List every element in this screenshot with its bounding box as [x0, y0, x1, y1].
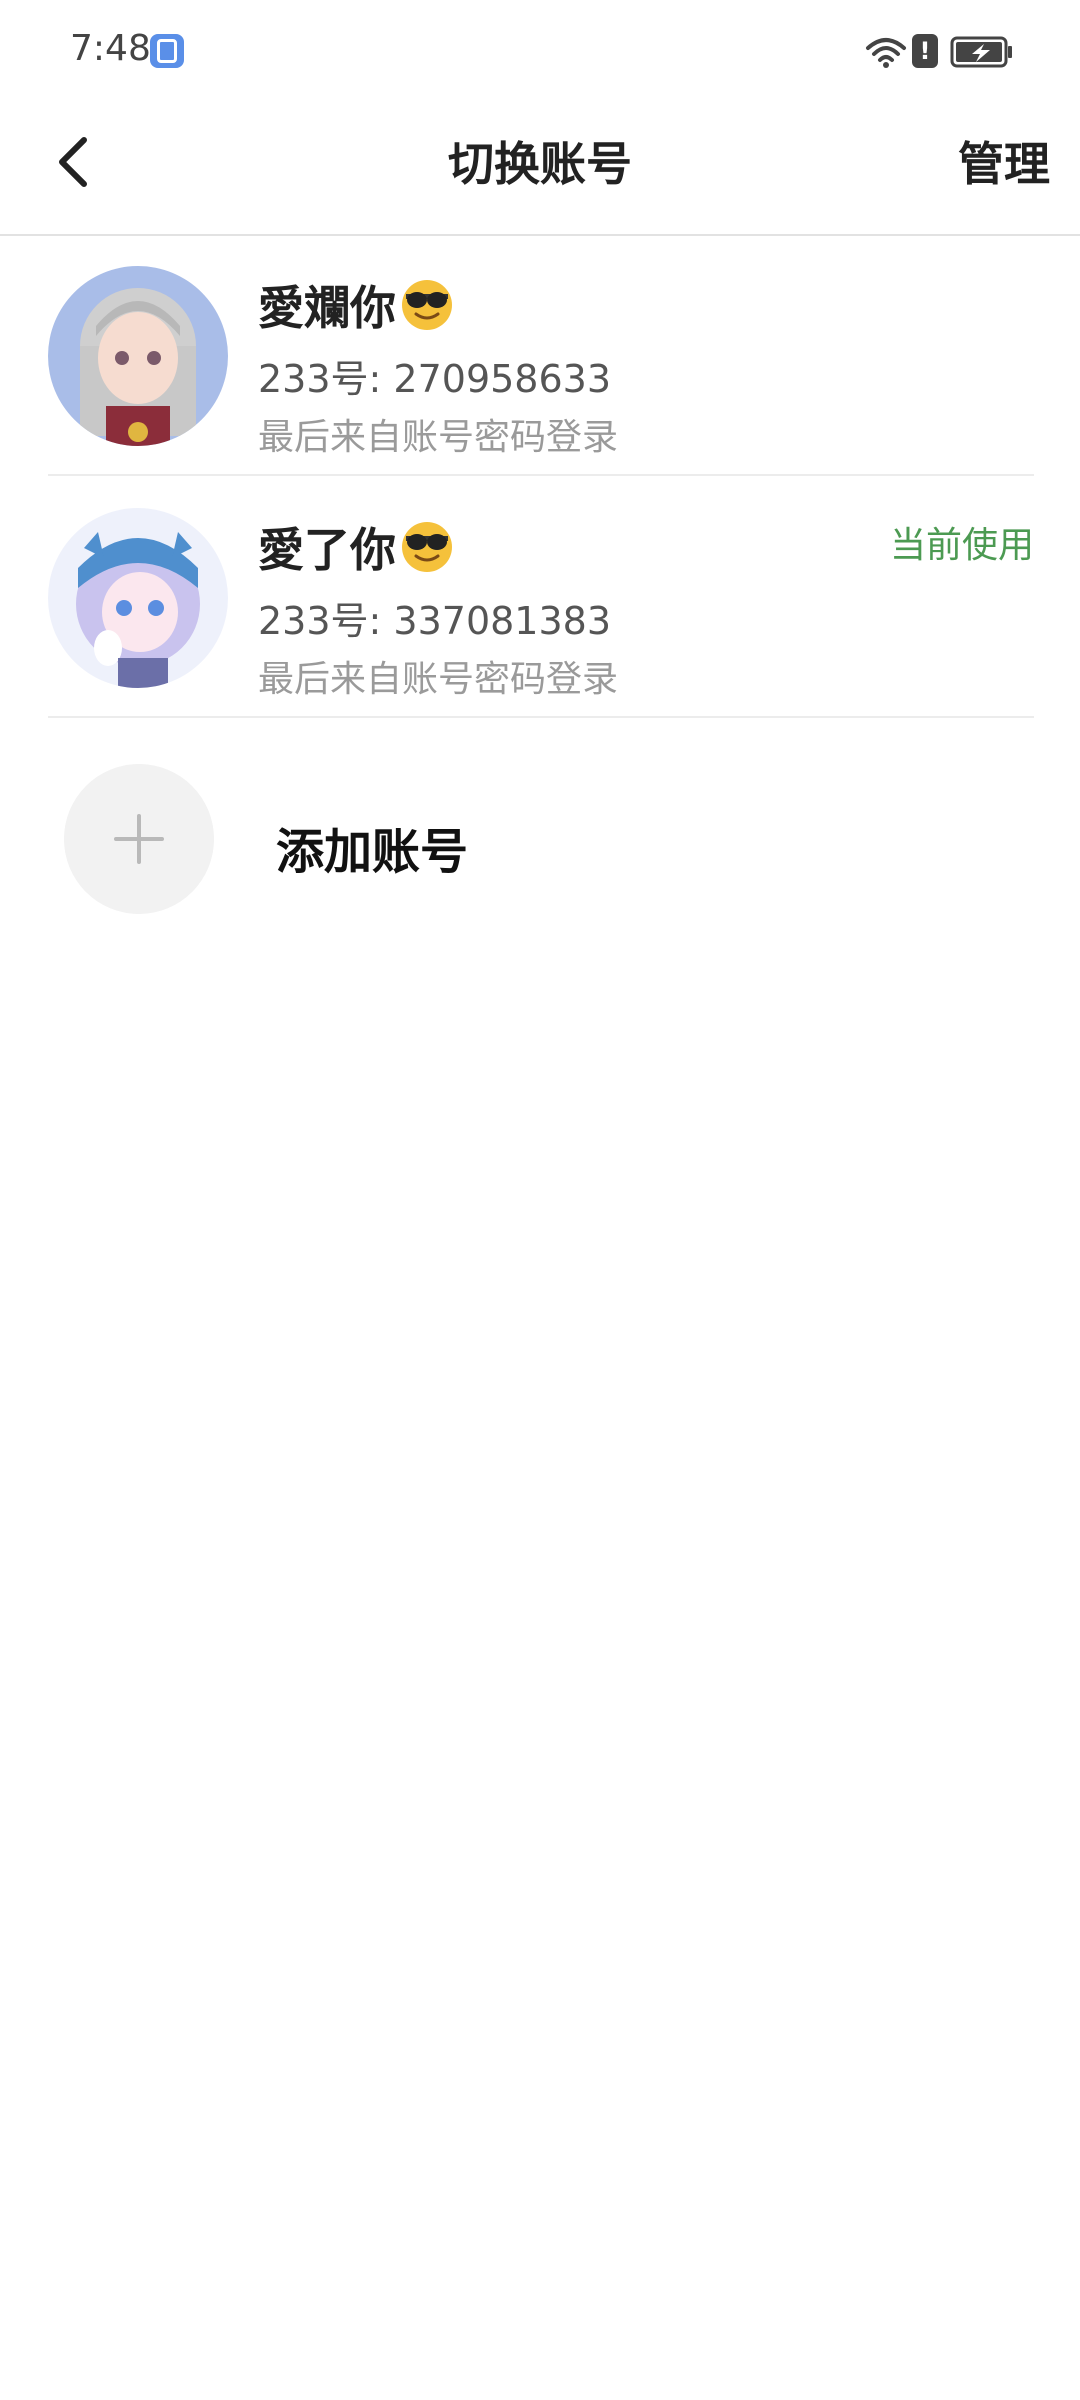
account-row[interactable]: 愛了你 当前使用 233号: 337081383 最后来自账号密码登录: [48, 478, 1034, 718]
account-row[interactable]: 愛斕你 233号: 270958633 最后来自账号密码登录: [48, 236, 1034, 476]
add-icon[interactable]: [64, 764, 214, 914]
add-account-label: 添加账号: [276, 824, 469, 880]
account-name: 愛斕你: [258, 281, 396, 335]
status-time: 7:48: [70, 28, 151, 69]
account-name-line: 愛斕你: [258, 272, 454, 338]
manage-button[interactable]: 管理: [958, 128, 1050, 194]
app-notification-icon: [150, 34, 184, 68]
sunglasses-emoji-icon: [402, 522, 452, 572]
avatar: [48, 508, 228, 688]
sunglasses-emoji-icon: [402, 280, 452, 330]
account-name-line: 愛了你: [258, 514, 454, 580]
login-method-text: 最后来自账号密码登录: [258, 417, 619, 458]
avatar: [48, 266, 228, 446]
current-account-badge: 当前使用: [889, 525, 1034, 566]
top-app-bar: 切换账号 管理: [0, 104, 1080, 236]
wifi-icon: [866, 38, 906, 68]
add-account-row[interactable]: 添加账号: [64, 764, 964, 914]
alert-icon: !: [912, 34, 938, 68]
account-id: 233号: 337081383: [258, 599, 612, 643]
page-title: 切换账号: [448, 137, 632, 191]
status-bar: 7:48 !: [0, 0, 1080, 104]
battery-charging-icon: [950, 36, 1012, 68]
login-method-text: 最后来自账号密码登录: [258, 659, 619, 700]
account-id: 233号: 270958633: [258, 357, 612, 401]
account-name: 愛了你: [258, 523, 396, 577]
